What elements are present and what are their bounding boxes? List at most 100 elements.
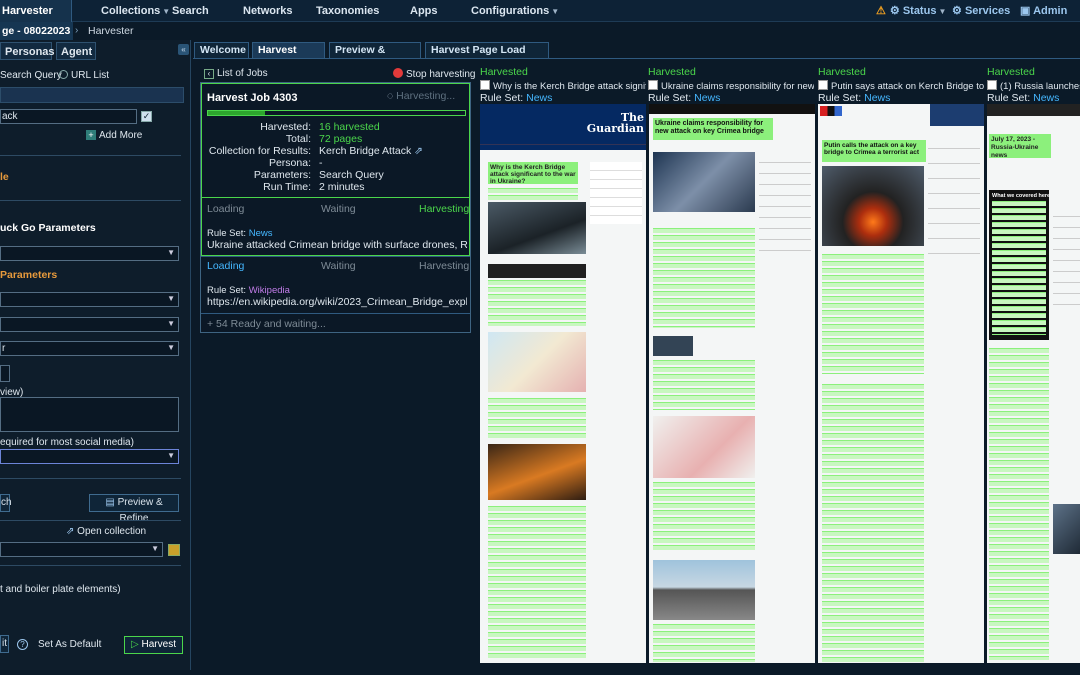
col1-title[interactable]: Why is the Kerch Bridge attack significa… — [480, 80, 646, 92]
video-thumbnail — [488, 444, 586, 500]
set-default-button[interactable]: Set As Default — [38, 639, 101, 650]
waiting-count: + 54 Ready and waiting... — [207, 318, 326, 330]
stage-loading: Loading — [207, 203, 245, 215]
chevron-down-icon: ▼ — [151, 544, 159, 553]
collection-add-icon[interactable] — [168, 544, 180, 556]
small-input[interactable] — [0, 365, 10, 382]
param-select-3[interactable]: r ▼ — [0, 341, 179, 356]
text-block — [653, 624, 755, 662]
open-collection-link[interactable]: ⇗ Open collection — [66, 526, 146, 537]
query-header — [0, 87, 184, 103]
stop-icon — [393, 68, 403, 78]
breadcrumb-parent[interactable]: Harvester — [88, 22, 134, 40]
app-tab-harvester[interactable]: Harvester — [0, 0, 72, 22]
text-block — [488, 280, 586, 326]
nav-collections[interactable]: Collections ▼ — [101, 0, 170, 22]
side-list — [928, 134, 980, 254]
search-button[interactable]: ch — [0, 494, 12, 512]
required-label: equired for most social media) — [0, 437, 134, 448]
page-preview-news4[interactable]: July 17, 2023 - Russia-Ukraine news What… — [987, 104, 1080, 663]
left-panel: Personas Agent « Search Query URL List a… — [0, 40, 191, 670]
stage-harvesting: Harvesting — [419, 203, 470, 215]
add-more-button[interactable]: + Add More — [86, 130, 142, 141]
warning-icon: ⚠ — [876, 5, 886, 17]
col3-title[interactable]: Putin says attack on Kerch Bridge to Cri… — [818, 80, 984, 92]
search-query-radio[interactable]: Search Query — [0, 70, 62, 81]
text-block — [653, 482, 755, 552]
services-link[interactable]: ⚙ Services — [952, 0, 1010, 22]
gear-icon: ⚙ — [889, 5, 900, 17]
query-input[interactable]: ack — [0, 109, 137, 124]
text-block — [653, 360, 755, 410]
chevron-right-icon: › — [75, 25, 79, 36]
edit-button[interactable]: it — [0, 635, 9, 653]
url-list-radio[interactable]: URL List — [59, 70, 109, 81]
param-select-2[interactable]: ▼ — [0, 317, 179, 332]
divider — [0, 478, 181, 479]
job-page-1-title[interactable]: Ukraine attacked Crimean bridge with sur… — [207, 239, 467, 251]
chevron-down-icon: ▼ — [162, 7, 171, 16]
tab-preview-refine[interactable]: Preview & Refine — [329, 42, 421, 71]
col1-ruleset: Rule Set: News — [480, 92, 553, 104]
checkbox-icon[interactable]: ✓ — [141, 111, 152, 122]
param-select-1[interactable]: ▼ — [0, 292, 179, 307]
rule-set-1: Rule Set: News — [207, 228, 273, 239]
tab-welcome[interactable]: Welcome — [194, 42, 249, 59]
collapse-panel-icon[interactable]: « — [178, 44, 189, 55]
chevron-down-icon: ▼ — [167, 451, 175, 460]
list-of-jobs-link[interactable]: ‹ List of Jobs — [204, 68, 268, 79]
tab-personas[interactable]: Personas — [0, 42, 55, 60]
stop-harvesting-button[interactable]: Stop harvesting — [393, 68, 476, 80]
harvest-job-panel: Harvest Job 4303 ◌ Harvesting... Harvest… — [200, 82, 471, 333]
nav-taxonomies[interactable]: Taxonomies — [316, 0, 379, 22]
chevron-left-icon: ‹ — [204, 69, 214, 79]
collection-select[interactable]: ▼ — [0, 542, 163, 557]
persona-value: - — [319, 157, 323, 169]
map-image — [488, 332, 586, 392]
plus-icon: + — [86, 130, 96, 140]
collection-value[interactable]: Kerch Bridge Attack — [319, 145, 411, 157]
page4-headline: July 17, 2023 - Russia-Ukraine news — [991, 136, 1039, 159]
duckgo-select[interactable]: ▼ — [0, 246, 179, 261]
external-link-icon: ⇗ — [66, 526, 75, 537]
text-block — [822, 254, 924, 374]
page-preview-cnn[interactable]: Ukraine claims responsibility for new at… — [649, 104, 815, 663]
harvested-value: 16 harvested — [319, 121, 380, 133]
breadcrumb-current[interactable]: ge - 08022023 — [0, 22, 73, 40]
section-parameters: Parameters — [0, 269, 58, 281]
spinner-icon: ◌ — [387, 90, 394, 102]
nav-search[interactable]: Search — [172, 0, 209, 22]
map-image — [653, 416, 755, 478]
tab-agent[interactable]: Agent — [56, 42, 96, 60]
view-textarea[interactable] — [0, 397, 179, 432]
page-preview-npr[interactable]: Putin calls the attack on a key bridge t… — [818, 104, 984, 663]
progress-fill — [208, 111, 265, 115]
cnn-header — [649, 104, 815, 114]
job-page-2-url[interactable]: https://en.wikipedia.org/wiki/2023_Crime… — [207, 296, 467, 308]
side-list — [1053, 206, 1080, 306]
col4-ruleset: Rule Set: News — [987, 92, 1060, 104]
admin-link[interactable]: ▣ Admin — [1020, 0, 1067, 22]
parameters-row: Parameters: Search Query — [201, 169, 384, 181]
harvest-button[interactable]: ▷ Harvest — [124, 636, 183, 654]
text-block — [992, 201, 1046, 335]
page-preview-guardian[interactable]: The Guardian Why is the Kerch Bridge att… — [480, 104, 646, 663]
guardian-headline: Why is the Kerch Bridge attack significa… — [490, 164, 576, 185]
dark-band — [488, 264, 586, 278]
nav-apps[interactable]: Apps — [410, 0, 438, 22]
stage-loading: Loading — [207, 260, 245, 272]
tab-page-load-log[interactable]: Harvest Page Load Log — [425, 42, 549, 71]
social-select[interactable]: ▼ — [0, 449, 179, 464]
nav-configurations[interactable]: Configurations ▼ — [471, 0, 559, 22]
tab-harvest-jobs[interactable]: Harvest Jobs — [252, 42, 325, 71]
collection-row: Collection for Results: Kerch Bridge Atta… — [201, 145, 423, 157]
preview-refine-button[interactable]: ▤ Preview & Refine — [89, 494, 179, 524]
external-link-icon[interactable]: ⇗ — [414, 145, 423, 157]
col4-title[interactable]: (1) Russia launches stri — [987, 80, 1080, 92]
progress-bar — [207, 110, 466, 116]
nav-networks[interactable]: Networks — [243, 0, 293, 22]
radio-icon — [59, 70, 68, 79]
status-menu[interactable]: ⚠ ⚙ Status ▼ — [876, 0, 946, 22]
help-icon[interactable]: ? — [17, 639, 28, 650]
col2-title[interactable]: Ukraine claims responsibility for new at… — [648, 80, 814, 92]
